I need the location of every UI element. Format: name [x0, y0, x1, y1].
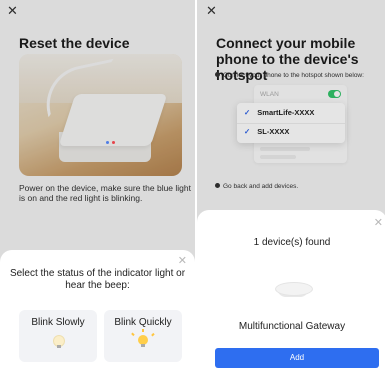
close-icon[interactable]: ✕ [206, 4, 217, 17]
step-go-back: Go back and add devices. [215, 183, 298, 191]
option-label: Blink Slowly [31, 317, 85, 328]
red-led [112, 141, 115, 144]
option-label: Blink Quickly [114, 317, 172, 328]
close-icon[interactable]: ✕ [7, 4, 18, 17]
bulb-lit-icon [138, 335, 148, 347]
check-icon: ✓ [244, 108, 251, 117]
close-icon[interactable]: ✕ [374, 216, 383, 229]
add-button[interactable]: Add [215, 348, 379, 368]
wlan-toggle[interactable] [328, 90, 341, 98]
indicator-question: Select the status of the indicator light… [9, 268, 186, 291]
page-title: Reset the device [19, 35, 130, 51]
step-connect: Connect your phone to the hotspot shown … [215, 72, 364, 80]
device-found-sheet: ✕ 1 device(s) found Multifunctional Gate… [197, 210, 385, 370]
bulb-dim-icon [53, 335, 65, 348]
gateway-device-icon [275, 282, 313, 300]
network-item[interactable]: ✓ SmartLife-XXXX [244, 108, 314, 117]
network-list: ✓ SmartLife-XXXX ✓ SL-XXXX [237, 103, 345, 143]
check-icon: ✓ [244, 127, 251, 136]
device-photo [19, 54, 182, 176]
network-item[interactable]: ✓ SL-XXXX [244, 127, 289, 136]
blink-quickly-option[interactable]: Blink Quickly [104, 310, 182, 362]
blink-slowly-option[interactable]: Blink Slowly [19, 310, 97, 362]
blue-led [106, 141, 109, 144]
devices-found-count: 1 device(s) found [253, 237, 331, 248]
wlan-label: WLAN [260, 91, 279, 98]
indicator-status-sheet: ✕ Select the status of the indicator lig… [0, 250, 195, 370]
reset-device-screen: ✕ Reset the device Power on the device, … [0, 0, 195, 370]
hotspot-screen: ✕ Connect your mobile phone to the devic… [195, 0, 385, 370]
device-name: Multifunctional Gateway [238, 321, 346, 332]
close-icon[interactable]: ✕ [178, 254, 187, 267]
reset-instructions: Power on the device, make sure the blue … [19, 183, 191, 203]
